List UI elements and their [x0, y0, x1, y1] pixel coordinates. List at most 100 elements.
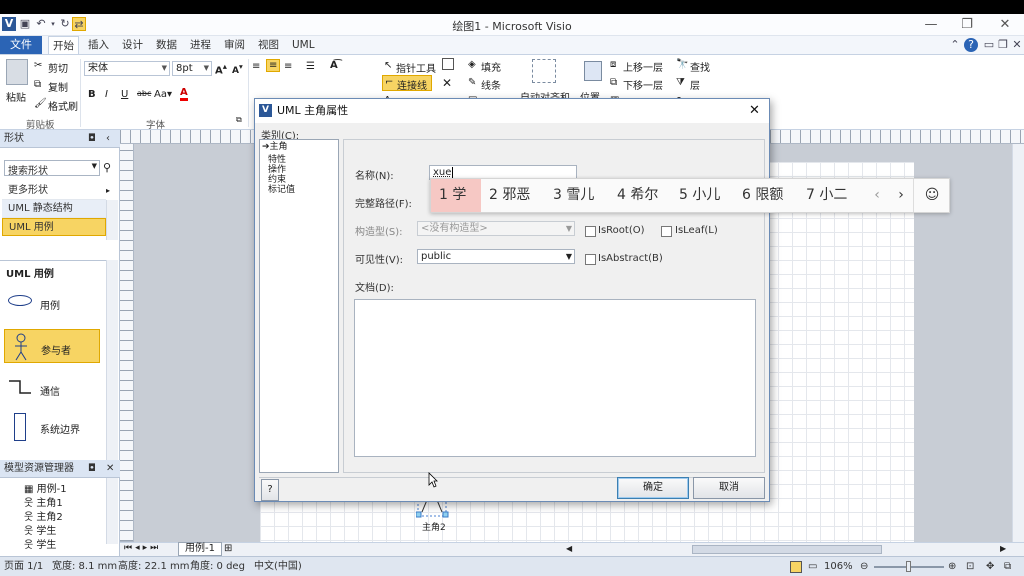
bullets-icon[interactable]: ☰ [306, 61, 315, 72]
close-icon[interactable]: ✕ [749, 99, 760, 123]
full-screen-icon[interactable] [790, 561, 802, 573]
font-size-combo[interactable]: 8pt ▼ [172, 61, 212, 76]
font-color-icon[interactable]: A [180, 87, 188, 101]
insert-page-icon[interactable]: ⊞ [224, 543, 232, 554]
category-tagged-values[interactable]: 标记值 [268, 182, 295, 195]
stencil-more-shapes[interactable]: 更多形状 [2, 182, 106, 200]
help-button[interactable]: ? [261, 479, 279, 501]
visibility-select[interactable]: public ▼ [417, 249, 575, 264]
status-page[interactable]: 页面 1/1 [4, 557, 43, 576]
fill-button[interactable]: 填充 [481, 59, 501, 74]
canvas-vscrollbar[interactable] [1012, 144, 1024, 542]
stereotype-select[interactable]: <没有构造型> ▼ [417, 221, 575, 236]
zoom-slider-thumb[interactable] [906, 561, 911, 572]
scroll-left-icon[interactable]: ◀ [566, 544, 572, 553]
stencil-uml-static[interactable]: UML 静态结构 [2, 200, 106, 218]
text-direction-icon[interactable]: A͡ [330, 60, 338, 71]
grow-font-icon[interactable]: A▴ [215, 61, 227, 76]
tab-file[interactable]: 文件 [0, 36, 42, 54]
font-dialog-launcher-icon[interactable]: ⧉ [236, 115, 242, 125]
paste-icon[interactable] [6, 59, 28, 85]
rectangle-tool-icon[interactable] [442, 58, 454, 70]
pane-minimize-icon[interactable]: ‹ [106, 130, 110, 148]
page-tab[interactable]: 用例-1 [178, 542, 222, 556]
line-button[interactable]: 线条 [481, 77, 501, 92]
strikethrough-icon[interactable]: abc [137, 89, 151, 98]
isroot-checkbox[interactable] [585, 226, 596, 237]
auto-align-icon[interactable] [532, 59, 556, 83]
format-painter-button[interactable]: 格式刷 [48, 98, 78, 113]
page-nav-arrows-icon[interactable]: ⏮◂▸⏭ [124, 543, 161, 553]
tree-item-actor1[interactable]: 웃 主角1 [24, 494, 63, 509]
tab-view[interactable]: 视图 [254, 36, 283, 54]
emoji-icon[interactable]: ☺ [919, 179, 945, 212]
ime-candidate[interactable]: 7 小二 [798, 179, 855, 212]
doc-close-icon[interactable]: ✕ [1010, 38, 1024, 52]
isabstract-checkbox[interactable] [585, 254, 596, 265]
ime-candidate[interactable]: 6 限额 [734, 179, 791, 212]
align-right-icon[interactable]: ≡ [284, 61, 292, 72]
master-communication[interactable]: 通信 [4, 371, 100, 407]
shrink-font-icon[interactable]: A▾ [232, 62, 243, 76]
tab-process[interactable]: 进程 [186, 36, 215, 54]
send-backward-icon[interactable]: ⧉ [610, 77, 617, 88]
zoom-out-icon[interactable]: ⊖ [860, 557, 868, 576]
change-case-icon[interactable]: Aa▾ [154, 89, 172, 100]
chevron-down-icon[interactable]: ▼ [92, 162, 97, 170]
paste-button[interactable]: 粘贴 [6, 89, 26, 104]
tree-item-usecase[interactable]: ▦ 用例-1 [24, 480, 67, 495]
help-icon[interactable]: ? [964, 38, 978, 52]
ok-button[interactable]: 确定 [617, 477, 689, 499]
explorer-scrollbar[interactable] [106, 478, 118, 544]
find-button[interactable]: 查找 [690, 59, 710, 74]
stencil-uml-usecase[interactable]: UML 用例 [2, 218, 106, 236]
pointer-tool-icon[interactable]: ↖ [384, 60, 392, 71]
layer-button[interactable]: 层 [690, 77, 700, 92]
bold-icon[interactable]: B [88, 89, 96, 100]
find-icon[interactable]: 🔭 [676, 59, 688, 70]
ime-candidate[interactable]: 3 雪儿 [545, 179, 602, 212]
zoom-level[interactable]: 106% [824, 557, 853, 576]
ime-candidate[interactable]: 4 希尔 [609, 179, 666, 212]
isleaf-checkbox[interactable] [661, 226, 672, 237]
hscroll-thumb[interactable] [692, 545, 882, 554]
ime-prev-page-icon[interactable]: ‹ [867, 179, 887, 212]
category-actor[interactable]: ➔主角 [262, 142, 288, 152]
line-icon[interactable]: ✎ [468, 77, 476, 88]
master-system-boundary[interactable]: 系统边界 [4, 409, 100, 449]
ribbon-collapse-icon[interactable]: ⌃ [948, 38, 962, 52]
pan-zoom-icon[interactable]: ✥ [986, 557, 994, 576]
tab-insert[interactable]: 插入 [84, 36, 113, 54]
tab-data[interactable]: 数据 [152, 36, 181, 54]
close-icon[interactable]: ✕ [994, 16, 1016, 34]
italic-icon[interactable]: I [105, 89, 108, 100]
master-actor[interactable]: 参与者 [4, 329, 100, 363]
copy-icon[interactable]: ⧉ [34, 79, 41, 90]
cut-button[interactable]: 剪切 [48, 60, 68, 75]
tree-item-student[interactable]: 웃 学生 [24, 522, 56, 537]
shape-search-input[interactable]: 搜索形状 ▼ [4, 160, 100, 177]
masters-scrollbar[interactable] [106, 260, 118, 460]
tree-item-student[interactable]: 웃 学生 [24, 536, 56, 551]
ime-candidate[interactable]: 2 邪恶 [481, 179, 538, 212]
align-center-icon[interactable]: ≡ [266, 59, 281, 72]
layer-icon[interactable]: ⧩ [676, 77, 685, 88]
tab-uml[interactable]: UML [288, 36, 319, 54]
bring-forward-button[interactable]: 上移一层 [623, 59, 663, 74]
close-icon[interactable]: ✕ [106, 460, 114, 478]
presentation-icon[interactable]: ▭ [808, 557, 817, 576]
search-icon[interactable]: ⚲ [103, 161, 111, 174]
font-name-combo[interactable]: 宋体 ▼ [84, 61, 170, 76]
restore-icon[interactable]: ❐ [956, 16, 978, 34]
format-painter-icon[interactable]: 🖌 [34, 98, 47, 109]
fit-page-icon[interactable]: ⊡ [966, 557, 974, 576]
ime-next-page-icon[interactable]: › [891, 179, 911, 212]
status-language[interactable]: 中文(中国) [254, 557, 302, 576]
cut-icon[interactable]: ✂ [34, 60, 42, 71]
bring-forward-icon[interactable]: ⧈ [610, 59, 616, 70]
send-backward-button[interactable]: 下移一层 [623, 77, 663, 92]
pointer-tool-button[interactable]: 指针工具 [396, 60, 436, 75]
tab-review[interactable]: 审阅 [220, 36, 249, 54]
connection-point-icon[interactable]: ✕ [442, 76, 452, 90]
tree-item-actor2[interactable]: 웃 主角2 [24, 508, 63, 523]
